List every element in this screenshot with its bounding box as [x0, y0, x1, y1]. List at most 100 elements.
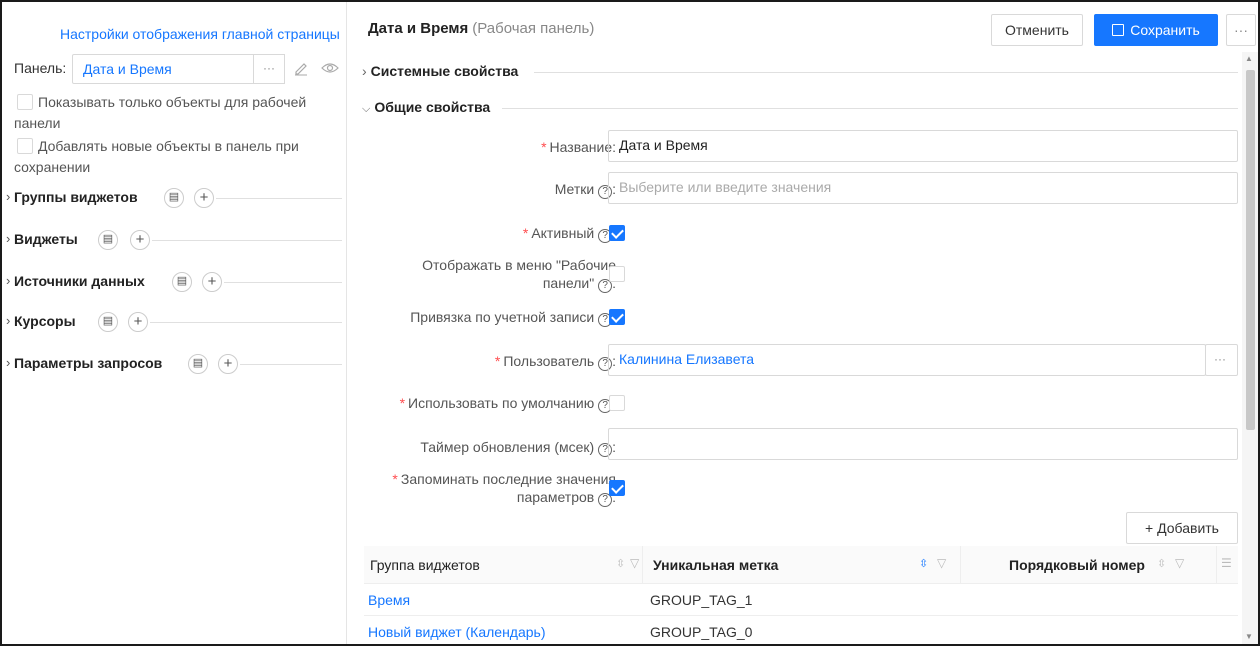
table-cell-order: [960, 584, 1238, 616]
remember-label-text-2: параметров: [516, 489, 595, 505]
group-general-properties[interactable]: ⌵ Общие свойства: [362, 96, 1238, 120]
filter-icon[interactable]: ▽: [630, 556, 639, 570]
filter-icon[interactable]: ▽: [1175, 556, 1184, 570]
save-button[interactable]: Сохранить: [1094, 14, 1218, 46]
chevron-right-icon[interactable]: ›: [6, 231, 10, 246]
user-label-text: Пользователь: [503, 353, 595, 369]
cancel-button[interactable]: Отменить: [991, 14, 1083, 46]
list-icon[interactable]: ▤: [98, 312, 118, 332]
sort-icon[interactable]: ⇳: [919, 557, 928, 570]
table-header-tag[interactable]: Уникальная метка ⇳ ▽: [642, 546, 960, 584]
user-more-button[interactable]: ···: [1205, 344, 1238, 376]
plus-icon[interactable]: +: [218, 354, 238, 374]
scroll-up-icon[interactable]: ▲: [1245, 54, 1253, 63]
panel-more-button[interactable]: ···: [253, 54, 285, 84]
plus-icon[interactable]: +: [194, 188, 214, 208]
active-label: *Активный ?:: [523, 224, 616, 243]
divider: [502, 108, 1238, 109]
name-input[interactable]: Дата и Время: [608, 130, 1238, 162]
section-data-sources[interactable]: › Источники данных ▤ +: [2, 270, 342, 294]
section-widgets[interactable]: › Виджеты ▤ +: [2, 228, 342, 252]
scroll-down-icon[interactable]: ▼: [1245, 632, 1253, 641]
sort-icon[interactable]: ⇳: [616, 557, 625, 570]
scrollbar-thumb[interactable]: [1246, 70, 1255, 430]
option-label: Добавлять новые объекты в панель при сох…: [14, 138, 299, 175]
plus-icon[interactable]: +: [202, 272, 222, 292]
filter-icon[interactable]: ▽: [937, 556, 946, 570]
chevron-right-icon[interactable]: ›: [6, 355, 10, 370]
list-icon[interactable]: ▤: [98, 230, 118, 250]
table-header-order[interactable]: Порядковый номер ⇳ ▽: [960, 546, 1216, 584]
table-cell-group[interactable]: Новый виджет (Календарь): [364, 616, 642, 644]
default-checkbox[interactable]: [609, 395, 625, 411]
chevron-down-icon: ⌵: [362, 103, 371, 115]
sort-icon[interactable]: ⇳: [1157, 557, 1166, 570]
add-button[interactable]: + Добавить: [1126, 512, 1238, 544]
checkbox[interactable]: [17, 94, 33, 110]
column-settings-icon: ☰: [1221, 556, 1232, 570]
tags-label-text: Метки: [554, 181, 595, 197]
panel-select[interactable]: Дата и Время: [72, 54, 254, 84]
list-icon[interactable]: ▤: [172, 272, 192, 292]
group-title-text: Общие свойства: [374, 99, 491, 115]
panel-select-value: Дата и Время: [83, 61, 172, 77]
show-menu-label-text: Отображать в меню "Рабочие: [422, 257, 616, 273]
list-icon[interactable]: ▤: [188, 354, 208, 374]
main-panel: Дата и Время (Рабочая панель) Отменить Со…: [348, 2, 1258, 644]
table-cell-group[interactable]: Время: [364, 584, 642, 616]
more-button[interactable]: ···: [1226, 14, 1256, 46]
section-cursors[interactable]: › Курсоры ▤ +: [2, 310, 342, 334]
active-checkbox[interactable]: [609, 225, 625, 241]
section-widget-groups[interactable]: › Группы виджетов ▤ +: [2, 186, 342, 210]
edit-icon[interactable]: [293, 60, 309, 76]
divider: [216, 198, 342, 199]
section-title: Виджеты: [14, 231, 78, 247]
default-label: *Использовать по умолчанию ?:: [400, 394, 616, 413]
page-title: Дата и Время (Рабочая панель): [368, 20, 594, 37]
table-cell-tag: GROUP_TAG_0: [642, 616, 960, 644]
default-label-text: Использовать по умолчанию: [408, 395, 595, 411]
divider: [534, 72, 1238, 73]
name-label-text: Название:: [549, 139, 616, 155]
chevron-right-icon[interactable]: ›: [6, 273, 10, 288]
show-menu-checkbox[interactable]: [609, 266, 625, 282]
sidebar-title-link[interactable]: Настройки отображения главной страницы: [60, 26, 340, 42]
option-only-panel-objects[interactable]: Показывать только объекты для рабочей па…: [14, 92, 334, 134]
checkbox[interactable]: [17, 138, 33, 154]
vertical-scrollbar[interactable]: ▲ ▼: [1242, 52, 1258, 644]
timer-label-text: Таймер обновления (мсек): [420, 439, 595, 455]
group-system-properties[interactable]: › Системные свойства: [362, 60, 1238, 84]
plus-icon[interactable]: +: [128, 312, 148, 332]
list-icon[interactable]: ▤: [164, 188, 184, 208]
option-label: Показывать только объекты для рабочей па…: [14, 94, 307, 131]
timer-input[interactable]: [608, 428, 1238, 460]
panel-label: Панель:: [14, 60, 67, 76]
section-title: Курсоры: [14, 313, 76, 329]
table-header-group[interactable]: Группа виджетов ⇳ ▽: [364, 546, 642, 584]
remember-checkbox[interactable]: [609, 480, 625, 496]
bind-account-label-text: Привязка по учетной записи: [410, 309, 595, 325]
plus-icon[interactable]: +: [130, 230, 150, 250]
column-settings-button[interactable]: ☰: [1216, 546, 1238, 584]
divider: [150, 322, 342, 323]
timer-label: Таймер обновления (мсек) ?:: [420, 438, 616, 457]
user-select[interactable]: Калинина Елизавета: [608, 344, 1206, 376]
divider: [224, 282, 342, 283]
name-label: * Название:: [541, 139, 616, 155]
bind-account-checkbox[interactable]: [609, 309, 625, 325]
option-add-new-objects[interactable]: Добавлять новые объекты в панель при сох…: [14, 136, 334, 178]
active-label-text: Активный: [531, 225, 595, 241]
bind-account-label: Привязка по учетной записи ?:: [410, 308, 616, 327]
chevron-right-icon[interactable]: ›: [6, 313, 10, 328]
chevron-right-icon[interactable]: ›: [6, 189, 10, 204]
column-header-label: Уникальная метка: [653, 557, 779, 573]
tags-input[interactable]: Выберите или введите значения: [608, 172, 1238, 204]
eye-icon[interactable]: [321, 60, 339, 76]
section-query-params[interactable]: › Параметры запросов ▤ +: [2, 352, 342, 376]
table-cell-tag: GROUP_TAG_1: [642, 584, 960, 616]
section-title: Группы виджетов: [14, 189, 138, 205]
column-header-label: Порядковый номер: [1009, 557, 1145, 573]
page-subtitle: (Рабочая панель): [472, 20, 595, 37]
show-menu-label: Отображать в меню "Рабочие панели" ?:: [422, 256, 616, 293]
group-title-text: Системные свойства: [370, 63, 519, 79]
